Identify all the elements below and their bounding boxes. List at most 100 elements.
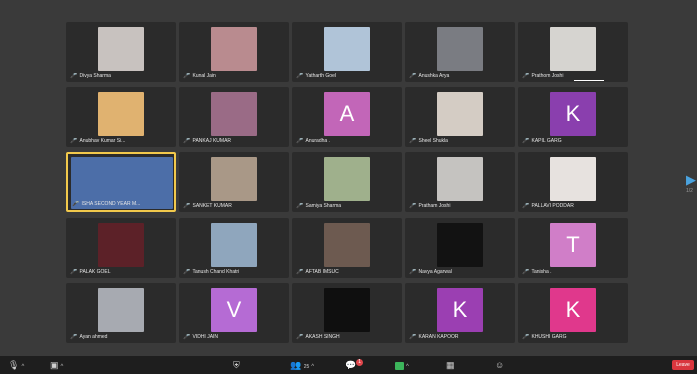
participant-tile[interactable]: 🎤 Samiya Sharma [292, 152, 402, 212]
participant-name-bar: 🎤 Pratham Joshi [409, 203, 511, 210]
participant-name-bar: 🎤 KARAN KAPOOR [409, 334, 511, 341]
participant-name: Sheel Shukla [418, 138, 448, 144]
participant-name-bar: 🎤 Sheel Shukla [409, 138, 511, 145]
shield-icon: ⛨ [233, 360, 240, 370]
muted-mic-icon: 🎤 [183, 269, 191, 275]
profile-photo [211, 92, 257, 136]
muted-mic-icon: 🎤 [70, 269, 78, 275]
participant-tile[interactable]: 🎤 PANKAJ KUMAR [179, 87, 289, 147]
profile-photo [437, 157, 483, 201]
muted-mic-icon: 🎤 [409, 203, 417, 209]
participant-tile[interactable]: V 🎤 VIDHI JAIN [179, 283, 289, 343]
speaking-indicator [574, 80, 604, 81]
chat-button[interactable]: 💬 1 [345, 359, 363, 371]
participant-tile[interactable]: K 🎤 KHUSHI GARG [518, 283, 628, 343]
participant-name-bar: 🎤 Kunal Jain [183, 73, 285, 80]
profile-photo [324, 27, 370, 71]
participant-name: PALLAVI PODDAR [531, 203, 574, 209]
participant-tile[interactable]: 🎤 Prathom Joshi [518, 22, 628, 82]
participant-name-bar: 🎤 VIDHI JAIN [183, 334, 285, 341]
profile-photo [98, 92, 144, 136]
participant-tile[interactable]: 🎤 PALLAVI PODDAR [518, 152, 628, 212]
participant-tile[interactable]: 🎤 Pratham Joshi [405, 152, 515, 212]
profile-photo [324, 223, 370, 267]
participant-name: Divya Sharma [79, 73, 111, 79]
participant-name: AFTAB IMSUC [305, 269, 339, 275]
muted-mic-icon: 🎤 [296, 73, 304, 79]
muted-mic-icon: 🎤 [183, 334, 191, 340]
leave-button[interactable]: Leave [672, 360, 694, 370]
muted-mic-icon: 🎤 [70, 73, 78, 79]
participant-name-bar: 🎤 PANKAJ KUMAR [183, 138, 285, 145]
participant-name-bar: 🎤 Anushka Arya [409, 73, 511, 80]
participant-name: VIDHI JAIN [192, 334, 219, 340]
muted-mic-icon: 🎤 [522, 138, 530, 144]
participant-name-bar: 🎤 Yatharth Goel [296, 73, 398, 80]
participants-button[interactable]: 👥 25 ^ [290, 359, 314, 371]
muted-mic-icon: 🎤 [409, 269, 417, 275]
participant-tile[interactable]: 🎤 Navya Agarwal [405, 218, 515, 278]
participant-name-bar: 🎤 Tanush Chand Khatri [183, 269, 285, 276]
participant-name: Tanisha . [531, 269, 552, 275]
participant-tile[interactable]: 🎤 Divya Sharma [66, 22, 176, 82]
muted-mic-icon: 🎤 [183, 73, 191, 79]
participant-tile[interactable]: K 🎤 KAPIL GARG [518, 87, 628, 147]
muted-mic-icon: 🎤 [296, 334, 304, 340]
participant-name: AKASH SINGH [305, 334, 340, 340]
participant-tile[interactable]: 🎤 Anushka Arya [405, 22, 515, 82]
next-page-arrow-icon[interactable]: ▶ [686, 172, 696, 188]
chat-icon: 💬 [345, 360, 357, 370]
chevron-up-icon[interactable]: ^ [406, 364, 409, 370]
security-button[interactable]: ⛨ [233, 359, 240, 371]
participant-tile[interactable]: 🎤 PALAK GOEL [66, 218, 176, 278]
microphone-icon: 🎙 [8, 360, 20, 370]
participant-name: Prathom Joshi [531, 73, 564, 79]
participant-name: Navya Agarwal [418, 269, 452, 275]
video-button[interactable]: ▣ ^ [50, 359, 63, 371]
chevron-up-icon[interactable]: ^ [311, 364, 314, 370]
participant-tile[interactable]: 🎤 Sheel Shukla [405, 87, 515, 147]
participant-tile[interactable]: 🎤 Tanush Chand Khatri [179, 218, 289, 278]
muted-mic-icon: 🎤 [409, 138, 417, 144]
participant-name-bar: 🎤 SANKET KUMAR [183, 203, 285, 210]
participant-tile[interactable]: 🎤 SANKET KUMAR [179, 152, 289, 212]
gallery-view-button[interactable]: ▦ [446, 359, 455, 371]
page-indicator: 1/2 [686, 188, 693, 194]
profile-photo [211, 27, 257, 71]
participant-tile[interactable]: 🎤 ISHA SECOND YEAR M... [66, 152, 176, 212]
share-screen-button[interactable]: ^ [395, 359, 409, 371]
participant-tile[interactable]: 🎤 Kunal Jain [179, 22, 289, 82]
muted-mic-icon: 🎤 [70, 334, 78, 340]
profile-photo [98, 223, 144, 267]
participant-name-bar: 🎤 PALAK GOEL [70, 269, 172, 276]
reactions-button[interactable]: ☺ [495, 359, 504, 371]
avatar-initial: K [550, 288, 596, 332]
participant-tile[interactable]: 🎤 AKASH SINGH [292, 283, 402, 343]
profile-photo [324, 288, 370, 332]
chevron-up-icon[interactable]: ^ [61, 364, 64, 370]
participant-tile[interactable]: 🎤 AFTAB IMSUC [292, 218, 402, 278]
participant-name: Anubhav Kumar Si... [79, 138, 126, 144]
muted-mic-icon: 🎤 [296, 269, 304, 275]
video-grid: 🎤 Divya Sharma 🎤 Kunal Jain 🎤 Yatharth Goel 🎤 A… [0, 0, 697, 374]
participant-tile[interactable]: K 🎤 KARAN KAPOOR [405, 283, 515, 343]
mute-button[interactable]: 🎙 ^ [8, 359, 24, 371]
chevron-up-icon[interactable]: ^ [21, 364, 24, 370]
participant-tile[interactable]: 🎤 Yatharth Goel [292, 22, 402, 82]
participant-name-bar: 🎤 Samiya Sharma [296, 203, 398, 210]
participant-name: Pratham Joshi [418, 203, 451, 209]
muted-mic-icon: 🎤 [522, 73, 530, 79]
participant-tile[interactable]: 🎤 Ayan ahmed [66, 283, 176, 343]
participant-tile[interactable]: 🎤 Anubhav Kumar Si... [66, 87, 176, 147]
participant-name-bar: 🎤 AKASH SINGH [296, 334, 398, 341]
participants-count: 25 [303, 364, 310, 370]
participant-name: Yatharth Goel [305, 73, 336, 79]
avatar-initial: T [550, 223, 596, 267]
participant-name-bar: 🎤 AFTAB IMSUC [296, 269, 398, 276]
participant-tile[interactable]: T 🎤 Tanisha . [518, 218, 628, 278]
participant-name: KAPIL GARG [531, 138, 562, 144]
muted-mic-icon: 🎤 [409, 73, 417, 79]
participant-name: KARAN KAPOOR [418, 334, 459, 340]
participant-tile[interactable]: A 🎤 Anuradha . [292, 87, 402, 147]
participant-name: Tanush Chand Khatri [192, 269, 240, 275]
